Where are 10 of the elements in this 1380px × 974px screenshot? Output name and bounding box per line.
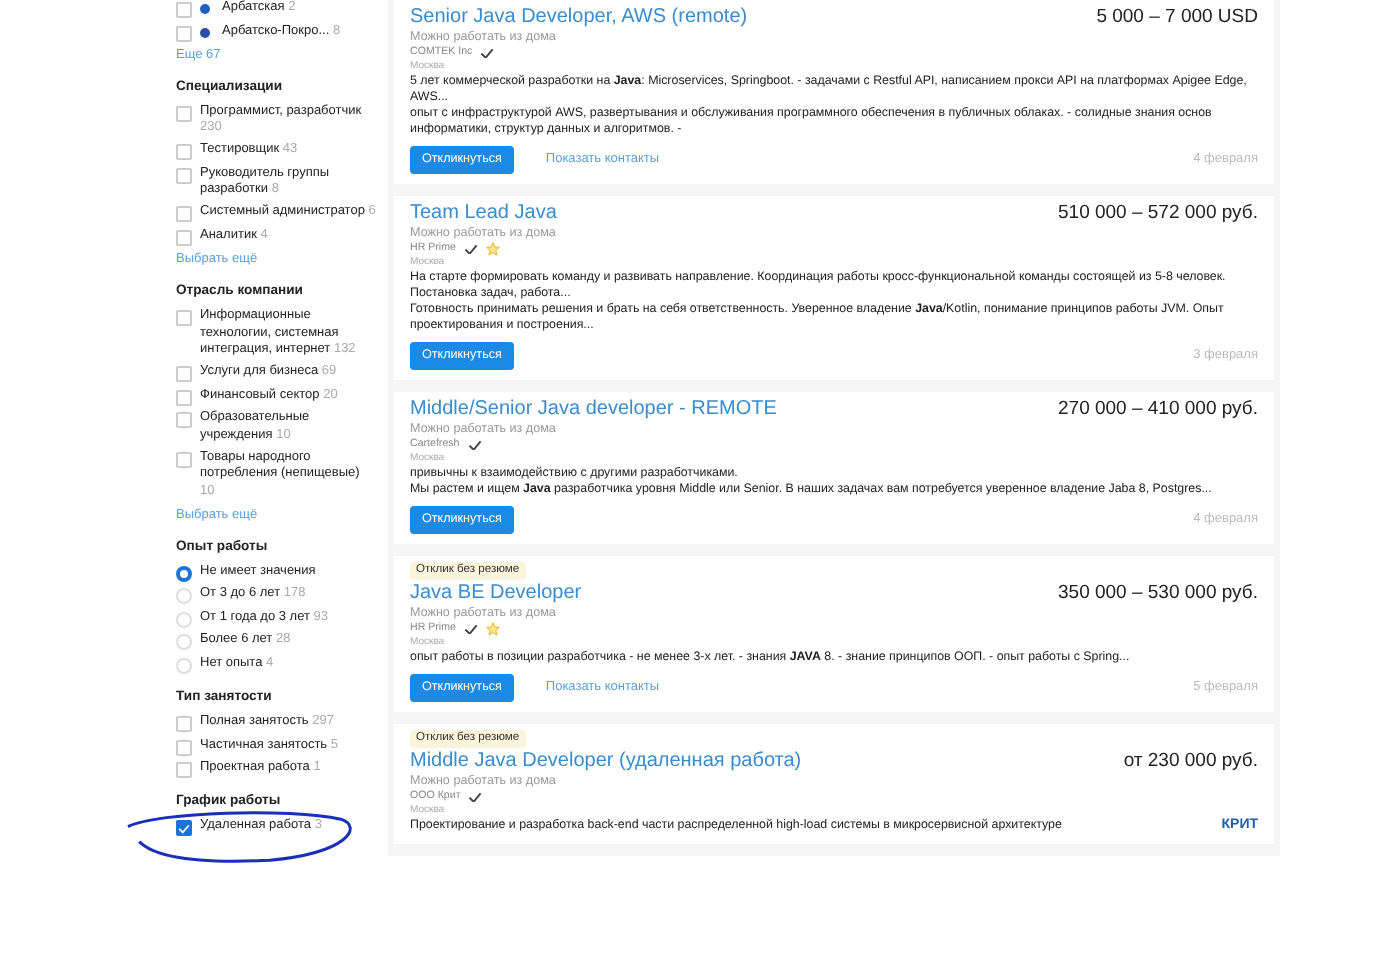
salary: 5 000 – 7 000 USD [1096,6,1258,30]
salary: от 230 000 руб. [1123,750,1258,774]
salary: 350 000 – 530 000 руб. [1058,582,1258,606]
vacancy-title[interactable]: Java BE Developer [410,582,582,606]
vacancy-title[interactable]: Senior Java Developer, AWS (remote) [410,6,748,30]
salary: 270 000 – 410 000 руб. [1058,398,1258,422]
vacancy-title[interactable]: Middle Java Developer (удаленная работа) [410,750,802,774]
vacancy-title[interactable]: Team Lead Java [410,202,557,226]
salary: 510 000 – 572 000 руб. [1058,202,1258,226]
vacancy-title[interactable]: Middle/Senior Java developer - REMOTE [410,398,777,422]
